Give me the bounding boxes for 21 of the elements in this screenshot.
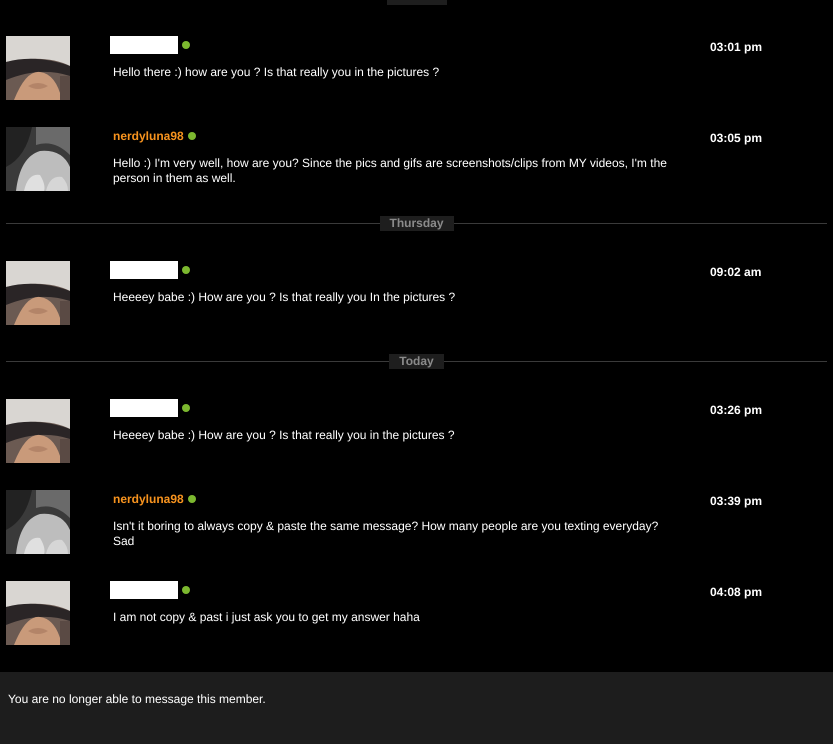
notice-text: You are no longer able to message this member. — [8, 692, 266, 706]
message-text: I am not copy & past i just ask you to get my answer haha — [112, 610, 421, 625]
username[interactable]: nerdyluna98 — [110, 129, 184, 143]
message-time: 03:26 pm — [710, 402, 762, 419]
date-label: Thursday — [380, 216, 454, 231]
message-text: Isn't it boring to always copy & paste the same message? How many people are you texting everyday? Sad — [112, 519, 660, 549]
message-time: 04:08 pm — [710, 584, 762, 601]
redaction-bar — [110, 581, 178, 599]
redaction-bar — [110, 399, 178, 417]
message-time: 03:01 pm — [710, 39, 762, 56]
message-time: 03:05 pm — [710, 130, 762, 147]
redaction-bar — [110, 261, 178, 279]
date-label: Today — [389, 354, 444, 369]
message-text: Heeeey babe :) How are you ? Is that really you in the pictures ? — [112, 428, 456, 443]
redaction-bar — [110, 36, 178, 54]
message-text: Hello :) I'm very well, how are you? Since the pics and gifs are screenshots/clips from MY videos, I'm the person in them as well. — [112, 156, 668, 186]
message-time: 09:02 am — [710, 264, 762, 281]
message-time: 03:39 pm — [710, 493, 762, 510]
username[interactable]: nerdyluna98 — [110, 492, 184, 506]
message-text: Heeeey babe :) How are you ? Is that really you In the pictures ? — [112, 290, 456, 305]
message-text: Hello there :) how are you ? Is that really you in the pictures ? — [112, 65, 440, 80]
